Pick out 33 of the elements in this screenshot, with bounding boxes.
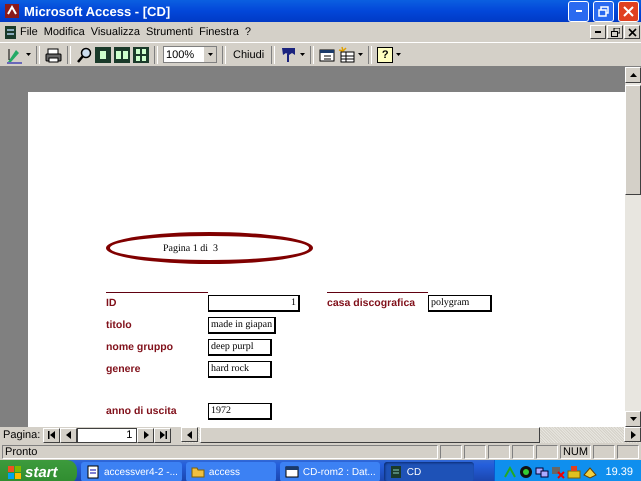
- field-label: ID: [106, 292, 208, 310]
- field-label: casa discografica: [327, 292, 428, 310]
- field-value: hard rock: [208, 360, 272, 378]
- menu-item[interactable]: ?: [242, 26, 254, 38]
- field-label: genere: [106, 363, 142, 375]
- help-button[interactable]: ?: [377, 46, 394, 62]
- taskbar-button[interactable]: accessver4-2 -...: [81, 462, 182, 481]
- taskbar-button[interactable]: access: [186, 462, 276, 481]
- status-text: Pronto: [2, 444, 438, 458]
- field-value: 1: [208, 294, 300, 312]
- start-button[interactable]: start: [0, 460, 77, 481]
- page-number-field[interactable]: 1: [77, 428, 138, 442]
- field-value: made in giapan: [208, 316, 276, 334]
- menu-item[interactable]: Finestra: [196, 26, 242, 38]
- clock: 19.39: [605, 466, 633, 478]
- field-label: titolo: [106, 319, 133, 331]
- menu-item[interactable]: Modifica: [40, 26, 88, 38]
- field-label: anno di uscita: [106, 405, 178, 417]
- menu-item[interactable]: File: [17, 26, 41, 38]
- window-title: Microsoft Access - [CD]: [24, 4, 172, 18]
- menu-item[interactable]: Visualizza: [88, 26, 144, 38]
- field-label: nome gruppo: [106, 341, 174, 353]
- field-value: polygram: [428, 294, 492, 312]
- page-number-oval: Pagina 1 di 3: [106, 232, 313, 264]
- page-label: Pagina:: [3, 429, 40, 441]
- close-preview-button[interactable]: Chiudi: [231, 48, 266, 60]
- taskbar-button[interactable]: CD-rom2 : Dat...: [280, 462, 380, 481]
- field-value: 1972: [208, 402, 272, 420]
- status-indicator: NUM: [560, 444, 591, 458]
- taskbar-button[interactable]: CD: [384, 462, 474, 481]
- zoom-combo[interactable]: 100%: [163, 46, 217, 63]
- field-value: deep purpl: [208, 338, 272, 356]
- menu-item[interactable]: Strumenti: [143, 26, 196, 38]
